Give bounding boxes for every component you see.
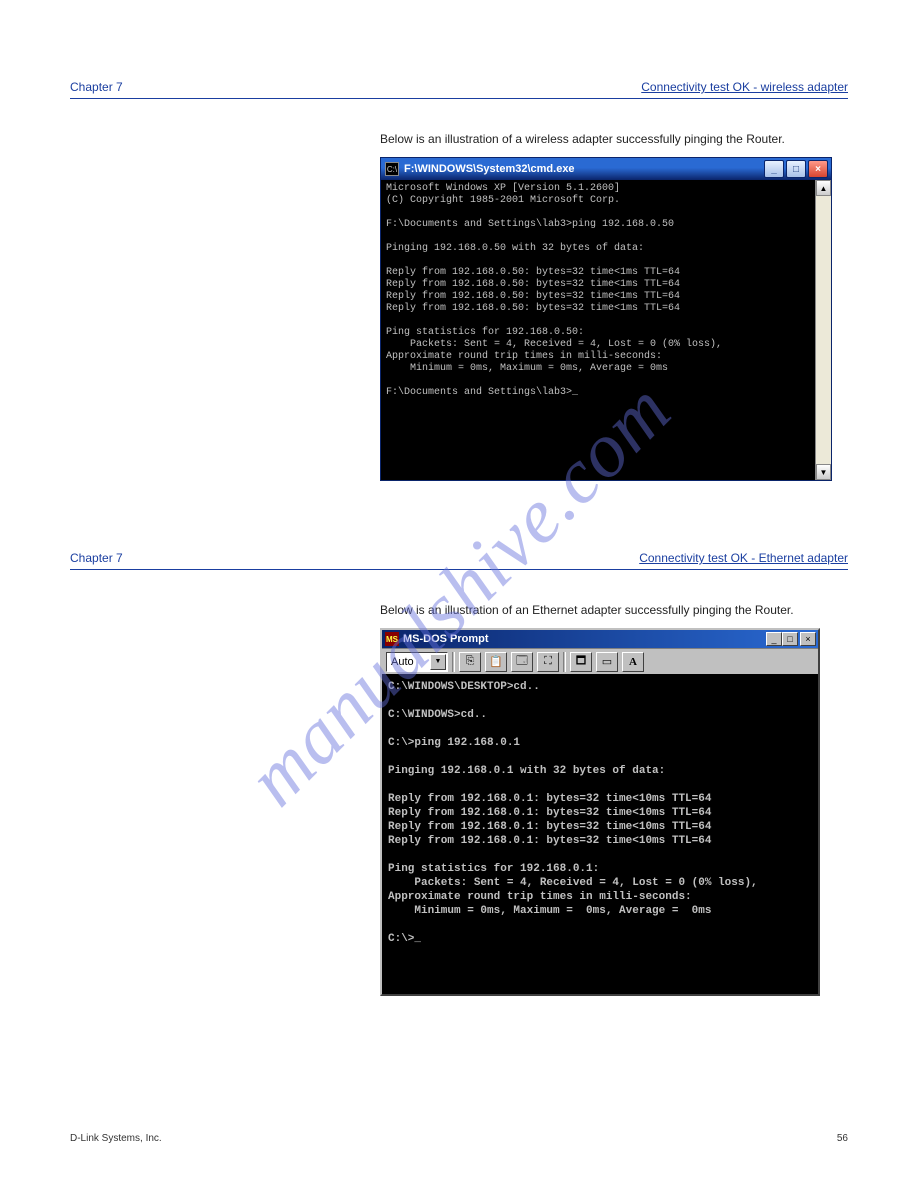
chapter-ref-2: Chapter 7	[70, 551, 123, 565]
body-text-1: Below is an illustration of a wireless a…	[380, 131, 848, 147]
cmd-icon: C:\	[385, 162, 399, 176]
msdos-window: MS MS-DOS Prompt _ □ × Auto ⎘ 📋 🗔 ⛶ 🗖 ▭ …	[380, 628, 820, 996]
maximize-button[interactable]: □	[782, 632, 798, 646]
fullscreen-button[interactable]: ⛶	[537, 652, 559, 672]
background-button[interactable]: 🗖	[570, 652, 592, 672]
window-title-xp: F:\WINDOWS\System32\cmd.exe	[404, 163, 764, 175]
toolbar-separator	[563, 652, 566, 672]
scroll-down-button[interactable]: ▼	[816, 464, 831, 480]
select-value: Auto	[391, 656, 414, 668]
close-button[interactable]: ×	[800, 632, 816, 646]
divider-2	[70, 569, 848, 570]
footer-left: D-Link Systems, Inc.	[70, 1133, 162, 1144]
section-title-1: Connectivity test OK - wireless adapter	[641, 80, 848, 94]
maximize-button[interactable]: □	[786, 160, 806, 178]
titlebar-9x[interactable]: MS MS-DOS Prompt _ □ ×	[382, 630, 818, 648]
window-title-9x: MS-DOS Prompt	[403, 633, 766, 645]
section-header-1: Chapter 7 Connectivity test OK - wireles…	[70, 80, 848, 94]
console-output-9x[interactable]: C:\WINDOWS\DESKTOP>cd.. C:\WINDOWS>cd.. …	[382, 674, 818, 994]
minimize-button[interactable]: _	[766, 632, 782, 646]
properties-button[interactable]: 🗔	[511, 652, 533, 672]
scrollbar[interactable]: ▲ ▼	[815, 180, 831, 480]
chapter-ref-1: Chapter 7	[70, 80, 123, 94]
body-text-2: Below is an illustration of an Ethernet …	[380, 602, 848, 618]
scroll-track[interactable]	[816, 196, 831, 464]
page-footer: D-Link Systems, Inc. 56	[70, 1133, 848, 1144]
document-page: Chapter 7 Connectivity test OK - wireles…	[0, 0, 918, 1036]
toolbar-9x: Auto ⎘ 📋 🗔 ⛶ 🗖 ▭ A	[382, 648, 818, 674]
font-size-select[interactable]: Auto	[386, 652, 448, 672]
minimize-button[interactable]: _	[764, 160, 784, 178]
titlebar-xp[interactable]: C:\ F:\WINDOWS\System32\cmd.exe _ □ ×	[381, 158, 831, 180]
font-button[interactable]: A	[622, 652, 644, 672]
section-header-2: Chapter 7 Connectivity test OK - Etherne…	[70, 551, 848, 565]
footer-page-number: 56	[837, 1133, 848, 1144]
divider-1	[70, 98, 848, 99]
section-title-2: Connectivity test OK - Ethernet adapter	[639, 551, 848, 565]
scroll-up-button[interactable]: ▲	[816, 180, 831, 196]
paste-button[interactable]: 📋	[485, 652, 507, 672]
close-button[interactable]: ×	[808, 160, 828, 178]
copy-button[interactable]: ⎘	[459, 652, 481, 672]
console-output-xp[interactable]: Microsoft Windows XP [Version 5.1.2600] …	[381, 180, 815, 480]
mark-button[interactable]: ▭	[596, 652, 618, 672]
cmd-window-xp: C:\ F:\WINDOWS\System32\cmd.exe _ □ × Mi…	[380, 157, 832, 481]
msdos-icon: MS	[385, 632, 399, 646]
toolbar-separator	[452, 652, 455, 672]
